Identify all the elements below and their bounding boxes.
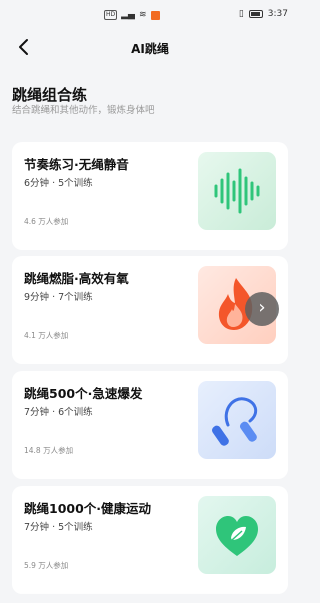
card-thumbnail — [198, 152, 276, 230]
vibrate-icon: ▯ — [238, 9, 244, 19]
card-participants: 4.1 万人参加 — [24, 331, 69, 340]
card-meta: 6分钟 · 5个训练 — [24, 178, 93, 189]
status-time: 3:37 — [267, 9, 288, 19]
card-meta: 7分钟 · 6个训练 — [24, 407, 93, 418]
bottom-fade — [0, 593, 300, 603]
signal-icon: ▂▄ — [121, 10, 135, 20]
card-title: 跳绳500个·急速爆发 — [24, 386, 143, 401]
card-meta: 9分钟 · 7个训练 — [24, 292, 93, 303]
chevron-right-icon: › — [258, 297, 266, 318]
card-title: 节奏练习·无绳静音 — [24, 157, 129, 172]
workout-card[interactable]: 跳绳1000个·健康运动 7分钟 · 5个训练 5.9 万人参加 — [12, 486, 288, 594]
wifi-icon: ≋ — [138, 10, 147, 20]
card-title: 跳绳燃脂·高效有氧 — [24, 271, 129, 286]
nav-bar: AI跳绳 — [0, 32, 300, 64]
status-right-icons: ▯ 3:37 — [239, 9, 288, 19]
card-title: 跳绳1000个·健康运动 — [24, 501, 152, 516]
hd-icon: HD — [104, 10, 118, 20]
card-participants: 14.8 万人参加 — [24, 446, 74, 455]
jump-rope-icon — [211, 397, 258, 446]
notification-icon — [150, 10, 160, 20]
next-button[interactable]: › — [245, 292, 279, 326]
leaf-heart-icon — [216, 516, 258, 556]
status-bar: HD ▂▄ ≋ ▯ 3:37 — [0, 0, 300, 30]
card-participants: 5.9 万人参加 — [24, 561, 69, 570]
card-meta: 7分钟 · 5个训练 — [24, 522, 93, 533]
status-left-icons: HD ▂▄ ≋ — [104, 10, 160, 20]
workout-card[interactable]: 节奏练习·无绳静音 6分钟 · 5个训练 4.6 万人参加 — [12, 142, 288, 250]
card-thumbnail — [198, 381, 276, 459]
workout-card[interactable]: 跳绳500个·急速爆发 7分钟 · 6个训练 14.8 万人参加 — [12, 371, 288, 479]
card-participants: 4.6 万人参加 — [24, 217, 69, 226]
section-subtitle: 结合跳绳和其他动作，锻炼身体吧 — [12, 105, 155, 116]
sound-wave-icon — [214, 168, 260, 214]
battery-icon — [248, 10, 263, 18]
card-thumbnail — [198, 496, 276, 574]
page-title: AI跳绳 — [131, 42, 169, 56]
